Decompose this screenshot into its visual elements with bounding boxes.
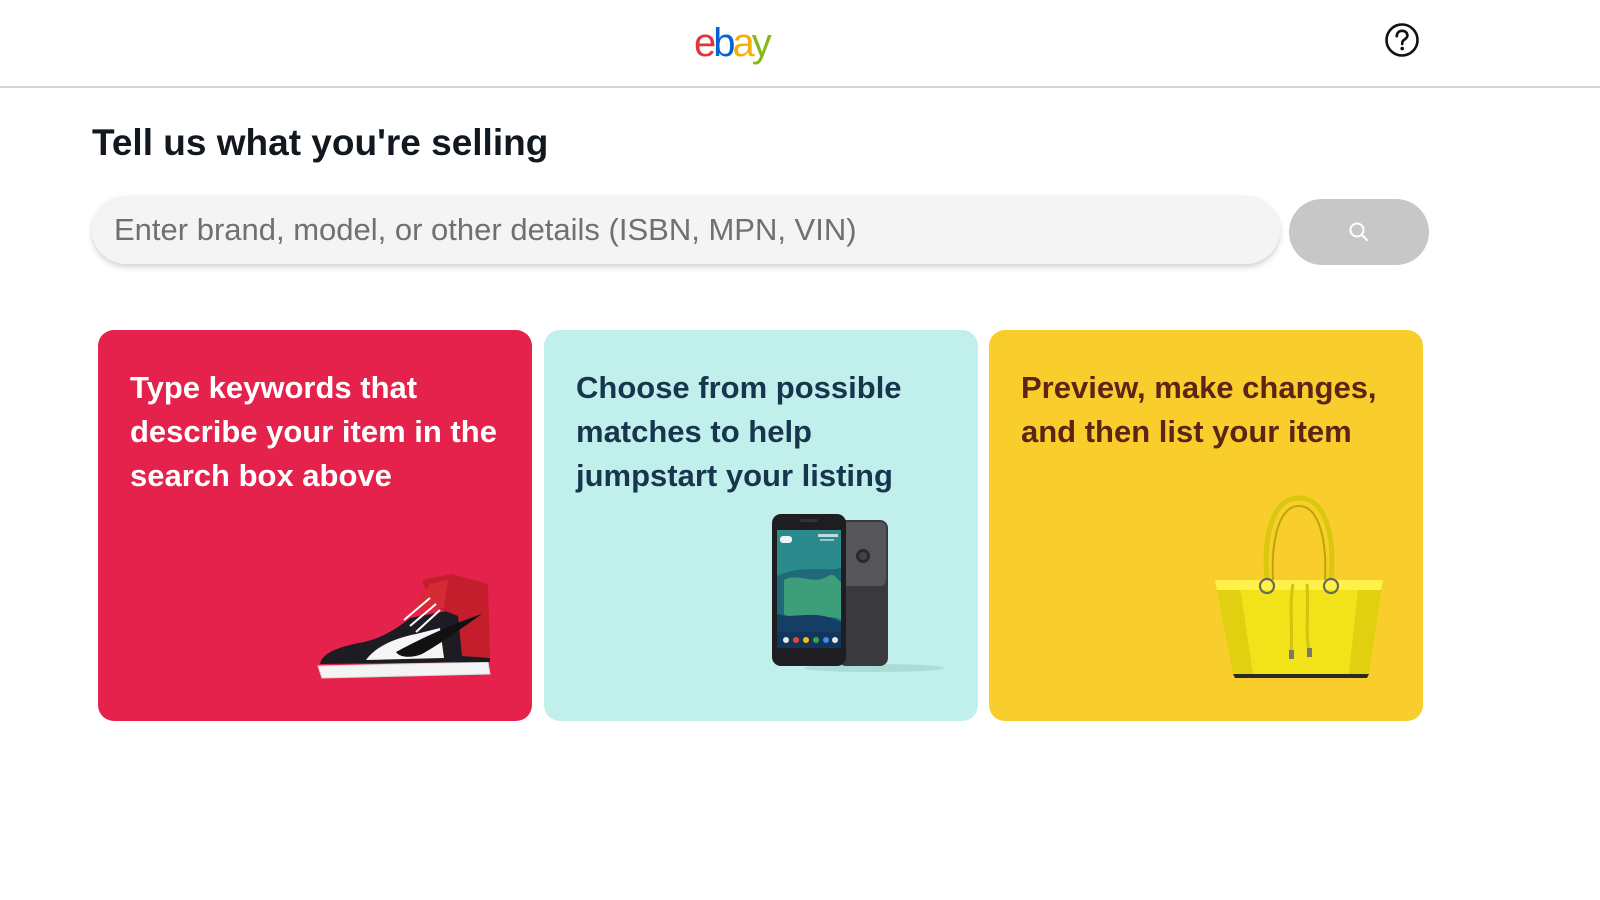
tip-card-text: Type keywords that describe your item in…: [130, 370, 497, 493]
logo-letter-a: a: [732, 21, 755, 65]
question-circle-icon: [1385, 23, 1419, 57]
tip-card-text: Choose from possible matches to help jum…: [576, 370, 902, 493]
sneaker-image: [317, 574, 491, 679]
smartphone-image: [772, 514, 944, 672]
tip-card-preview: Preview, make changes, and then list you…: [989, 330, 1423, 721]
search-box: [92, 196, 1280, 264]
tip-card-keywords: Type keywords that describe your item in…: [98, 330, 532, 721]
search-input[interactable]: [92, 196, 1280, 264]
logo-letter-b: b: [713, 21, 735, 65]
logo-letter-e: e: [694, 21, 716, 65]
ebay-logo[interactable]: ebay: [694, 18, 772, 68]
help-button[interactable]: [1384, 22, 1420, 58]
tip-card-matches: Choose from possible matches to help jum…: [544, 330, 978, 721]
page-title: Tell us what you're selling: [92, 122, 549, 163]
header-bar: ebay: [0, 0, 1600, 88]
handbag-image: [1215, 495, 1383, 678]
search-icon: [1349, 222, 1369, 242]
logo-letter-y: y: [751, 21, 772, 65]
tip-card-text: Preview, make changes, and then list you…: [1021, 370, 1377, 449]
search-button[interactable]: [1289, 199, 1429, 265]
